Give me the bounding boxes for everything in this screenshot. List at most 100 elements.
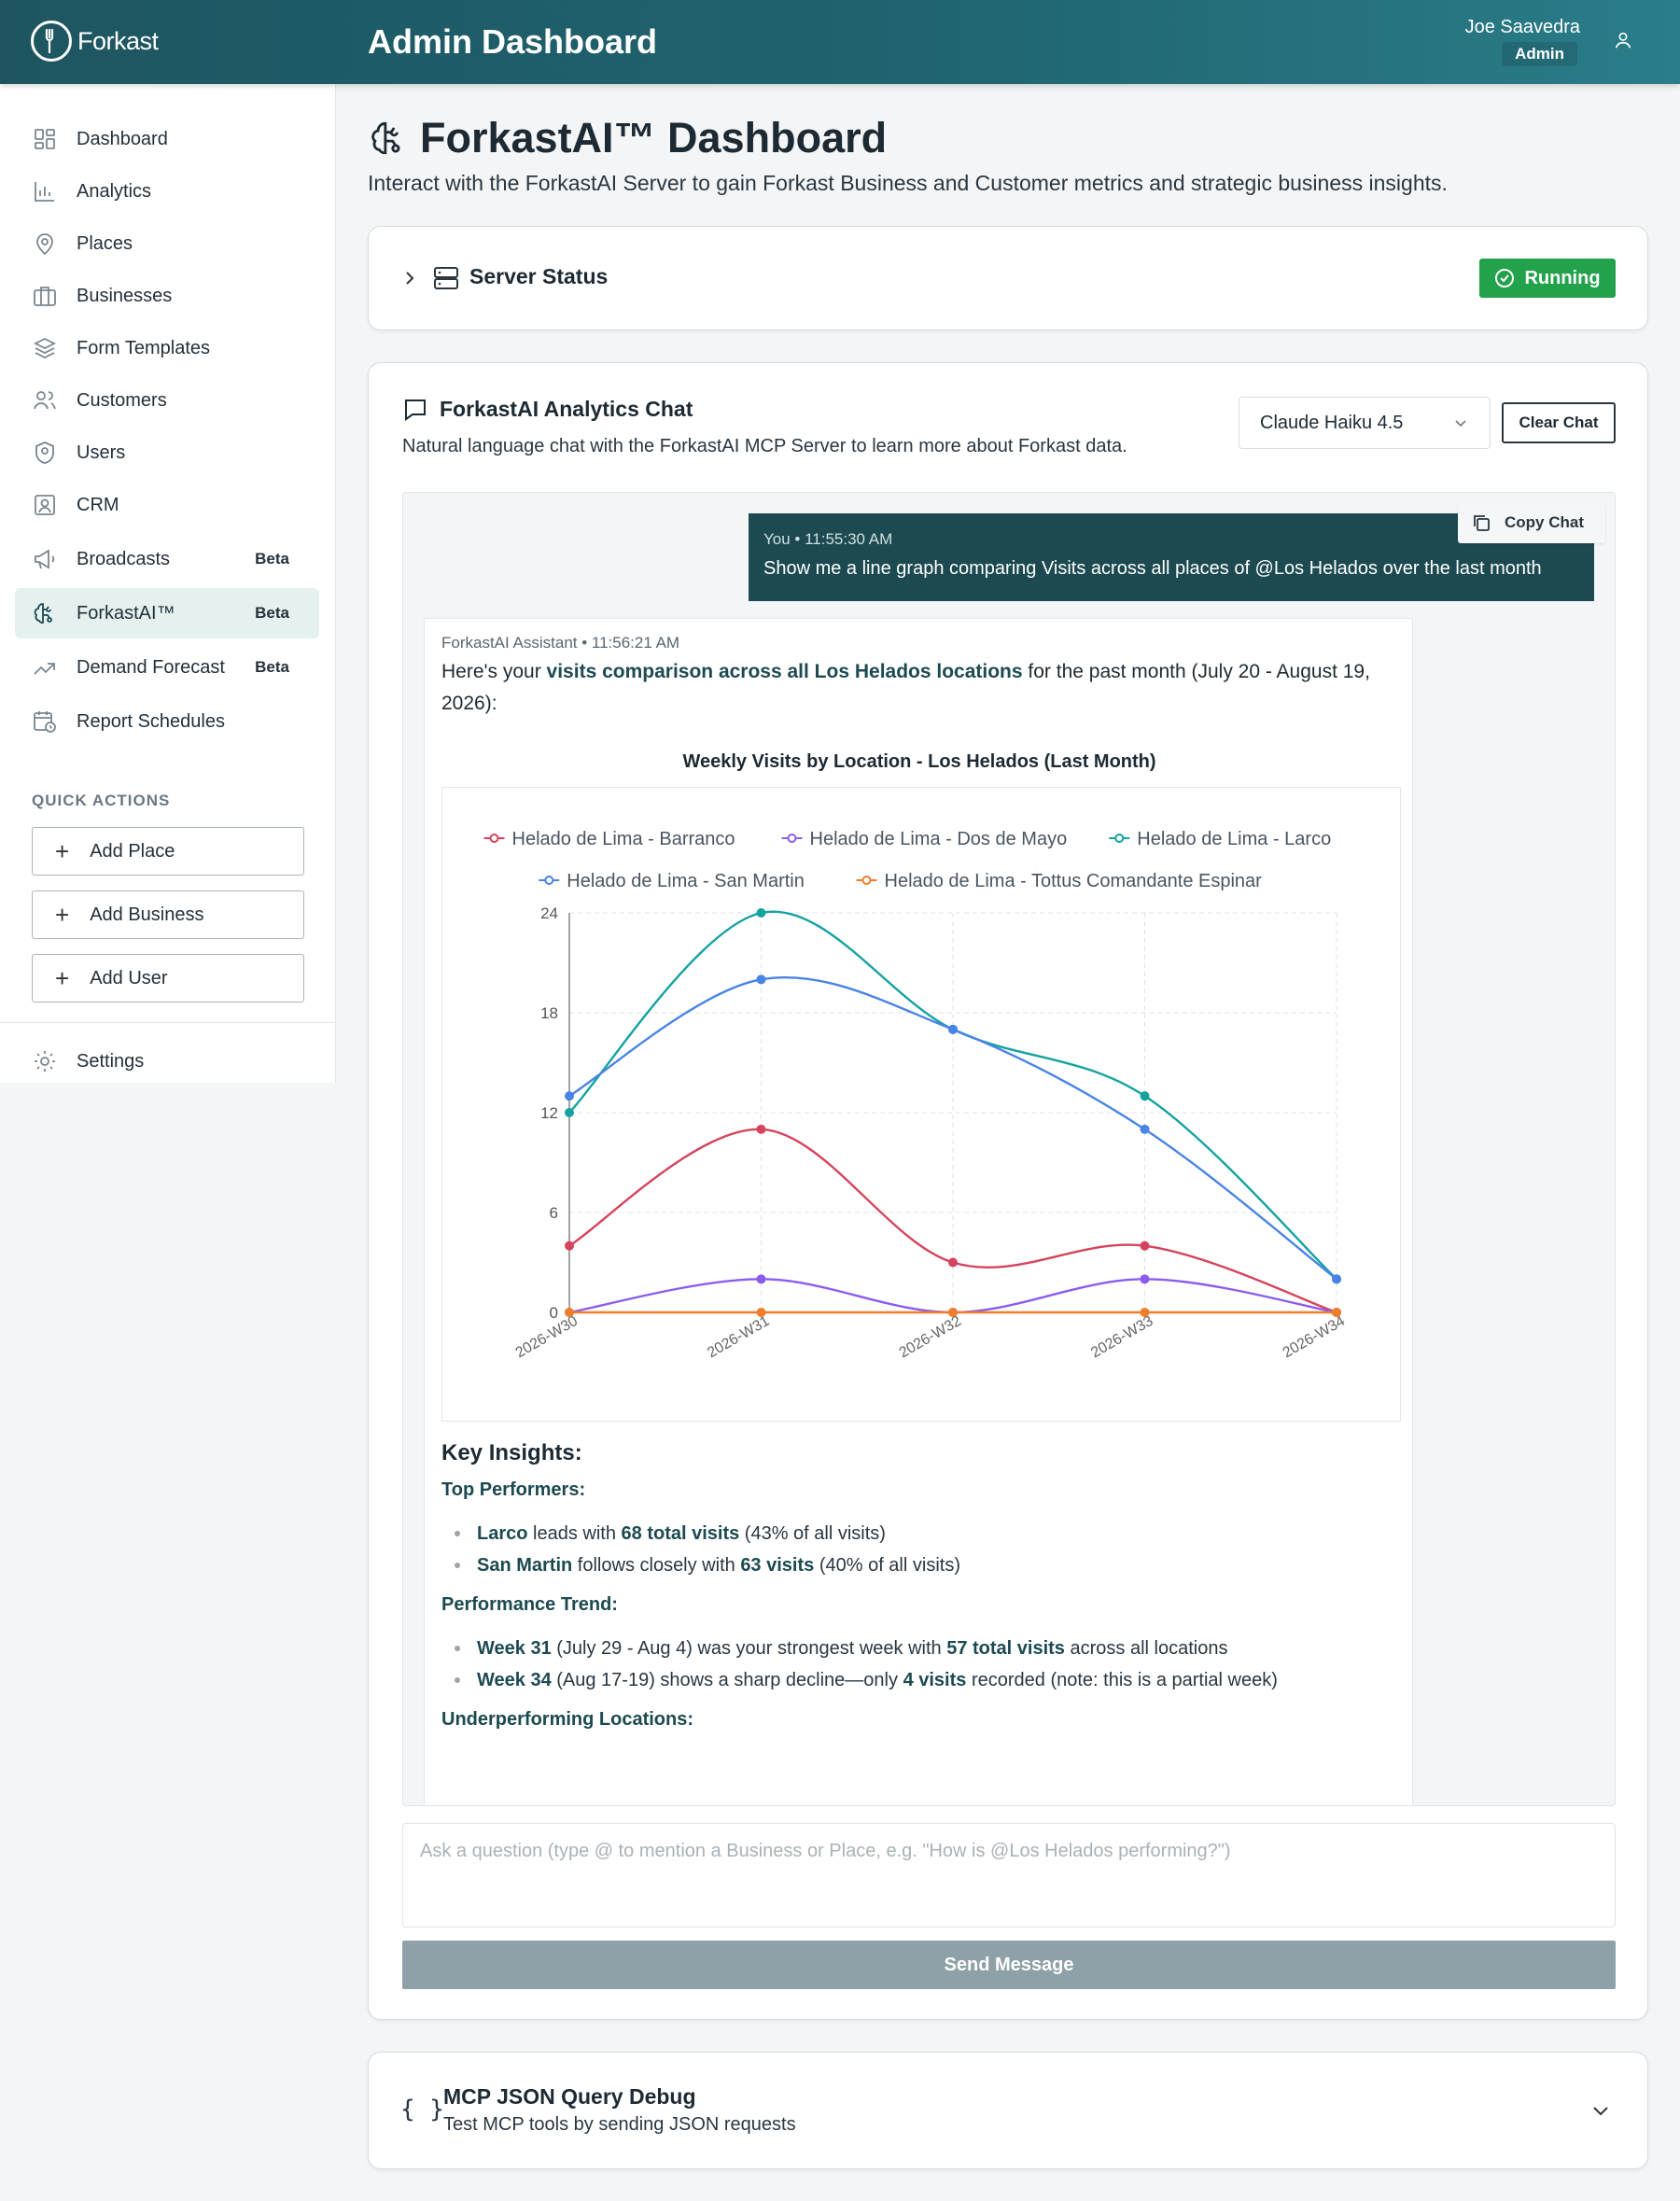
status-text: Running bbox=[1524, 267, 1601, 288]
message-list[interactable]: Copy Chat You • 11:55:30 AM Show me a li… bbox=[402, 492, 1616, 1806]
sidebar-item-demand-forecast[interactable]: Demand Forecast Beta bbox=[15, 642, 319, 693]
beta-badge: Beta bbox=[255, 604, 289, 622]
add-business-button[interactable]: + Add Business bbox=[32, 890, 304, 939]
copy-chat-label: Copy Chat bbox=[1505, 513, 1584, 531]
insights-title: Key Insights: bbox=[441, 1440, 582, 1465]
debug-subtitle: Test MCP tools by sending JSON requests bbox=[443, 2114, 796, 2135]
data-point bbox=[1140, 1241, 1150, 1251]
data-point bbox=[756, 974, 766, 985]
plus-icon: + bbox=[55, 837, 70, 865]
legend-label: Helado de Lima - Larco bbox=[1137, 829, 1331, 849]
y-tick-label: 0 bbox=[550, 1304, 558, 1322]
user-icon[interactable] bbox=[1613, 30, 1633, 50]
sidebar: Dashboard Analytics Places Businesses Fo… bbox=[0, 84, 336, 1083]
analytics-chat-card: ForkastAI Analytics Chat Natural languag… bbox=[368, 362, 1648, 2020]
x-tick-label: 2026-W32 bbox=[897, 1313, 965, 1362]
user-message-meta: You • 11:55:30 AM bbox=[763, 530, 893, 548]
chevron-right-icon[interactable] bbox=[402, 268, 417, 288]
add-business-label: Add Business bbox=[90, 904, 204, 925]
line-chart: Helado de Lima - Barranco Helado de Lima … bbox=[441, 787, 1401, 1422]
model-select-value: Claude Haiku 4.5 bbox=[1260, 412, 1404, 433]
performance-trend-label: Performance Trend: bbox=[441, 1594, 618, 1615]
legend-marker bbox=[1114, 834, 1125, 843]
page-title-text: ForkastAI™ Dashboard bbox=[420, 114, 888, 161]
chart-svg: Helado de Lima - Barranco Helado de Lima … bbox=[483, 829, 1348, 1362]
data-point bbox=[948, 1308, 958, 1317]
legend-label: Helado de Lima - San Martin bbox=[567, 871, 805, 891]
sidebar-item-users[interactable]: Users bbox=[15, 428, 319, 478]
copy-icon bbox=[1474, 515, 1490, 531]
sidebar-item-settings[interactable]: Settings bbox=[15, 1036, 319, 1086]
y-tick-label: 18 bbox=[540, 1004, 558, 1022]
sidebar-item-places[interactable]: Places bbox=[15, 218, 319, 269]
sidebar-item-form-templates[interactable]: Form Templates bbox=[15, 323, 319, 373]
header-title: Admin Dashboard bbox=[368, 22, 658, 61]
sidebar-item-analytics[interactable]: Analytics bbox=[15, 166, 319, 217]
bar-chart-icon bbox=[35, 182, 54, 202]
beta-badge: Beta bbox=[255, 658, 289, 676]
braces-icon: { } bbox=[400, 2096, 444, 2124]
quick-actions-label: QUICK ACTIONS bbox=[32, 792, 171, 809]
sidebar-item-label: CRM bbox=[77, 494, 119, 515]
data-point bbox=[565, 1091, 574, 1101]
add-place-button[interactable]: + Add Place bbox=[32, 827, 304, 876]
add-user-label: Add User bbox=[90, 967, 168, 988]
intro-highlight: visits comparison across all Los Helados… bbox=[546, 661, 1023, 682]
people-icon bbox=[34, 391, 56, 410]
data-point bbox=[1140, 1274, 1150, 1284]
data-point bbox=[1332, 1308, 1341, 1317]
logo[interactable]: Forkast bbox=[31, 21, 159, 62]
data-point bbox=[565, 1108, 574, 1117]
mcp-debug-card[interactable]: { } MCP JSON Query Debug Test MCP tools … bbox=[368, 2052, 1648, 2169]
sidebar-item-customers[interactable]: Customers bbox=[15, 375, 319, 426]
data-point bbox=[1140, 1091, 1150, 1101]
map-pin-icon bbox=[36, 233, 53, 256]
list-item: Larco leads with 68 total visits (43% of… bbox=[455, 1518, 1393, 1549]
copy-chat-button[interactable]: Copy Chat bbox=[1458, 502, 1605, 543]
clear-chat-button[interactable]: Clear Chat bbox=[1502, 402, 1616, 443]
sidebar-divider bbox=[0, 1022, 336, 1023]
sidebar-item-businesses[interactable]: Businesses bbox=[15, 271, 319, 321]
top-performers-label: Top Performers: bbox=[441, 1479, 586, 1500]
sidebar-item-dashboard[interactable]: Dashboard bbox=[15, 114, 319, 164]
sidebar-item-report-schedules[interactable]: Report Schedules bbox=[15, 696, 319, 747]
sidebar-item-broadcasts[interactable]: Broadcasts Beta bbox=[15, 534, 319, 584]
plus-icon: + bbox=[55, 901, 70, 929]
dashboard-icon bbox=[35, 129, 55, 149]
data-point bbox=[1140, 1124, 1150, 1134]
user-name[interactable]: Joe Saavedra bbox=[1465, 17, 1580, 38]
y-tick-label: 6 bbox=[550, 1204, 558, 1222]
chat-input[interactable]: Ask a question (type @ to mention a Busi… bbox=[402, 1823, 1616, 1928]
page-subtitle: Interact with the ForkastAI Server to ga… bbox=[368, 171, 1448, 195]
list-item: Week 34 (Aug 17-19) shows a sharp declin… bbox=[455, 1664, 1393, 1696]
top-bar: Forkast Admin Dashboard Joe Saavedra Adm… bbox=[0, 0, 1680, 84]
sidebar-item-label: Customers bbox=[77, 389, 167, 411]
megaphone-icon bbox=[35, 549, 55, 569]
data-point bbox=[948, 1024, 958, 1034]
legend-marker bbox=[544, 876, 554, 885]
chat-subtitle: Natural language chat with the ForkastAI… bbox=[402, 436, 1127, 456]
data-point bbox=[756, 1308, 766, 1317]
server-icon bbox=[434, 267, 458, 289]
legend-label: Helado de Lima - Tottus Comandante Espin… bbox=[885, 871, 1263, 891]
send-message-button[interactable]: Send Message bbox=[402, 1941, 1616, 1989]
chevron-down-icon[interactable] bbox=[1591, 2105, 1610, 2118]
model-select[interactable]: Claude Haiku 4.5 bbox=[1239, 397, 1491, 449]
user-role-badge: Admin bbox=[1502, 42, 1577, 66]
performance-trend-list: Week 31 (July 29 - Aug 4) was your stron… bbox=[455, 1633, 1393, 1696]
sidebar-item-crm[interactable]: CRM bbox=[15, 480, 319, 530]
x-tick-label: 2026-W30 bbox=[513, 1313, 581, 1362]
layers-icon bbox=[33, 337, 57, 359]
assistant-message-meta: ForkastAI Assistant • 11:56:21 AM bbox=[441, 634, 680, 652]
legend-marker bbox=[787, 834, 797, 843]
status-badge: Running bbox=[1479, 259, 1616, 298]
server-status-card[interactable]: Server Status Running bbox=[368, 226, 1648, 330]
data-point bbox=[565, 1308, 574, 1317]
sidebar-item-forkastai[interactable]: ForkastAI™ Beta bbox=[15, 588, 319, 638]
legend-marker bbox=[861, 876, 872, 885]
intro-text: Here's your bbox=[441, 661, 547, 682]
add-user-button[interactable]: + Add User bbox=[32, 954, 304, 1002]
y-tick-label: 12 bbox=[540, 1104, 558, 1122]
list-item: Week 31 (July 29 - Aug 4) was your stron… bbox=[455, 1633, 1393, 1664]
legend-label: Helado de Lima - Dos de Mayo bbox=[810, 829, 1068, 849]
